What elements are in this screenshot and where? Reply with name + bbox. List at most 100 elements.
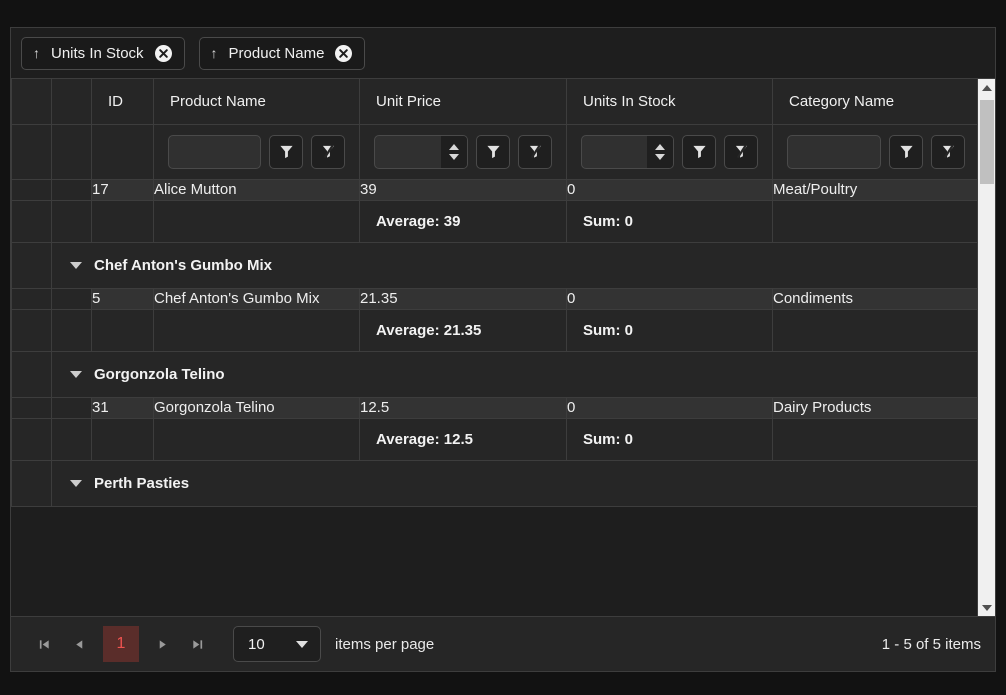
spinner-down-icon[interactable] <box>655 153 665 160</box>
chevron-down-icon[interactable] <box>296 640 308 648</box>
grid-rows: 17 Alice Mutton 39 0 Meat/Poultry Averag… <box>11 179 977 508</box>
agg-id <box>91 418 154 462</box>
header-unit-price[interactable]: Unit Price <box>359 79 567 125</box>
items-per-page-label: items per page <box>335 635 435 653</box>
pager: 1 10 items per page 1 - 5 of 5 items <box>11 616 995 671</box>
cell-product-name: Alice Mutton <box>153 179 360 201</box>
cell-category-name: Meat/Poultry <box>772 179 977 201</box>
clear-filter-icon[interactable] <box>724 134 758 169</box>
table-row[interactable]: 5 Chef Anton's Gumbo Mix 21.35 0 Condime… <box>11 288 977 311</box>
group-aggregate-row: Average: 21.35 Sum: 0 <box>11 309 977 352</box>
filter-product-name <box>153 124 360 180</box>
scroll-down-arrow-icon[interactable] <box>978 599 996 616</box>
close-circle-icon[interactable] <box>154 44 172 62</box>
numeric-spinner[interactable] <box>441 135 467 168</box>
spinner-up-icon[interactable] <box>655 143 665 150</box>
agg-spacer-2 <box>51 418 92 462</box>
cell-id: 5 <box>91 288 154 311</box>
page-number-1[interactable]: 1 <box>103 626 139 662</box>
filter-spacer-2 <box>51 124 92 180</box>
close-circle-icon[interactable] <box>335 44 353 62</box>
clear-filter-icon[interactable] <box>518 134 552 169</box>
filter-funnel-icon[interactable] <box>889 134 923 169</box>
agg-spacer-2 <box>51 309 92 352</box>
filter-funnel-icon[interactable] <box>476 134 510 169</box>
agg-unit-price: Average: 21.35 <box>359 309 567 352</box>
sort-chip-product-name[interactable]: ↑ Product Name <box>198 36 366 70</box>
grid-table: ID Product Name Unit Price Units In Stoc… <box>11 79 977 508</box>
agg-product-name <box>153 200 360 243</box>
spinner-up-icon[interactable] <box>449 143 459 150</box>
grid-scroll-viewport: ID Product Name Unit Price Units In Stoc… <box>11 79 977 616</box>
group-spacer-1 <box>11 460 52 508</box>
sort-chip-label: Units In Stock <box>51 44 144 62</box>
pager-range-info: 1 - 5 of 5 items <box>881 635 981 653</box>
group-title: Chef Anton's Gumbo Mix <box>94 256 273 274</box>
header-row: ID Product Name Unit Price Units In Stoc… <box>11 79 977 125</box>
group-aggregate-row: Average: 39 Sum: 0 <box>11 200 977 243</box>
group-header-row[interactable]: Chef Anton's Gumbo Mix <box>11 242 977 289</box>
agg-unit-price: Average: 39 <box>359 200 567 243</box>
agg-units-in-stock: Sum: 0 <box>566 200 773 243</box>
clear-filter-icon[interactable] <box>931 134 965 169</box>
agg-id <box>91 309 154 352</box>
cell-unit-price: 39 <box>359 179 567 201</box>
sort-ascending-icon: ↑ <box>210 45 218 61</box>
table-row[interactable]: 17 Alice Mutton 39 0 Meat/Poultry <box>11 179 977 201</box>
page-next-icon[interactable] <box>145 627 180 662</box>
filter-funnel-icon[interactable] <box>682 134 716 169</box>
chevron-down-icon[interactable] <box>70 371 82 378</box>
filter-input-units-in-stock[interactable] <box>581 134 674 169</box>
filter-input-unit-price[interactable] <box>374 134 468 169</box>
page-prev-icon[interactable] <box>62 627 97 662</box>
chevron-down-icon[interactable] <box>70 261 82 269</box>
numeric-spinner[interactable] <box>647 135 673 168</box>
vertical-scrollbar[interactable] <box>977 79 995 616</box>
row-spacer-2 <box>51 288 92 311</box>
scroll-up-arrow-icon[interactable] <box>978 79 996 96</box>
table-row[interactable]: 31 Gorgonzola Telino 12.5 0 Dairy Produc… <box>11 397 977 420</box>
agg-units-in-stock: Sum: 0 <box>566 418 773 462</box>
agg-category-name <box>772 309 977 352</box>
filter-funnel-icon[interactable] <box>269 134 303 169</box>
header-product-name[interactable]: Product Name <box>153 79 360 125</box>
group-header-cell[interactable]: Gorgonzola Telino <box>51 351 977 398</box>
agg-spacer-2 <box>51 200 92 243</box>
agg-category-name <box>772 200 977 243</box>
group-header-cell[interactable]: Chef Anton's Gumbo Mix <box>51 242 977 289</box>
filter-input-product-name[interactable] <box>168 134 261 169</box>
numeric-field[interactable] <box>582 136 647 168</box>
filter-unit-price <box>359 124 567 180</box>
clear-filter-icon[interactable] <box>311 134 345 169</box>
sort-ascending-icon: ↑ <box>33 45 40 61</box>
group-aggregate-row: Average: 12.5 Sum: 0 <box>11 418 977 462</box>
spinner-down-icon[interactable] <box>449 153 459 160</box>
header-units-in-stock[interactable]: Units In Stock <box>566 79 773 125</box>
page-first-icon[interactable] <box>27 627 62 662</box>
sort-chip-label: Product Name <box>228 44 325 62</box>
page-size-select[interactable]: 10 <box>233 626 321 662</box>
group-title: Perth Pasties <box>94 475 190 493</box>
group-header-row[interactable]: Perth Pasties <box>11 460 977 508</box>
cell-product-name: Chef Anton's Gumbo Mix <box>153 288 360 311</box>
agg-id <box>91 200 154 243</box>
sort-chip-bar: ↑ Units In Stock ↑ Product Name <box>11 28 995 79</box>
group-header-cell[interactable]: Perth Pasties <box>51 460 977 508</box>
cell-unit-price: 12.5 <box>359 397 567 420</box>
numeric-field[interactable] <box>375 136 441 168</box>
cell-units-in-stock: 0 <box>566 288 773 311</box>
page-last-icon[interactable] <box>180 627 215 662</box>
cell-units-in-stock: 0 <box>566 397 773 420</box>
row-spacer-2 <box>51 397 92 420</box>
sort-chip-units-in-stock[interactable]: ↑ Units In Stock <box>21 36 185 70</box>
header-category-name[interactable]: Category Name <box>772 79 977 125</box>
grid-header: ID Product Name Unit Price Units In Stoc… <box>11 79 977 180</box>
grid-body-area: ID Product Name Unit Price Units In Stoc… <box>11 79 995 616</box>
chevron-down-icon[interactable] <box>70 480 82 488</box>
scrollbar-thumb[interactable] <box>980 100 994 184</box>
group-header-row[interactable]: Gorgonzola Telino <box>11 351 977 398</box>
cell-category-name: Condiments <box>772 288 977 311</box>
filter-input-category-name[interactable] <box>787 134 881 169</box>
cell-id: 17 <box>91 179 154 201</box>
header-id[interactable]: ID <box>91 79 154 125</box>
